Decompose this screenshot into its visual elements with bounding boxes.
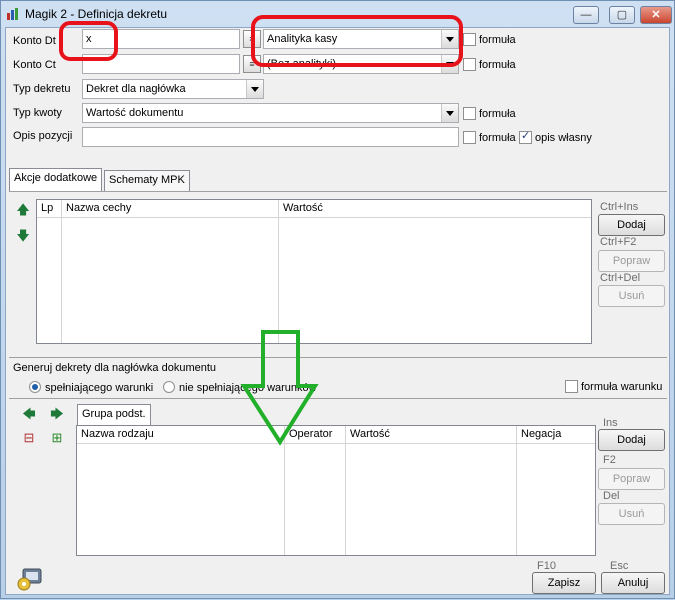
opis-formula-checkbox[interactable]	[463, 131, 476, 144]
arrow-right-icon[interactable]: 🡆	[50, 407, 64, 421]
section-separator	[9, 398, 667, 399]
cancel-button[interactable]: Anuluj	[601, 572, 665, 594]
opis-formula-label: formuła	[479, 132, 516, 144]
konto-dt-label: Konto Dt	[13, 35, 56, 47]
column-header-lp[interactable]: Lp	[37, 200, 61, 218]
column-header-nazwa-cechy[interactable]: Nazwa cechy	[62, 200, 278, 218]
arrow-down-icon[interactable]: 🡇	[16, 229, 30, 243]
konto-ct-analytics-value: (Bez analityki)	[267, 58, 337, 70]
radio-spelniajacego[interactable]	[29, 381, 41, 393]
konto-dt-analytics-value: Analityka kasy	[267, 33, 338, 45]
konto-dt-formula-checkbox[interactable]	[463, 33, 476, 46]
cecha-delete-button[interactable]: Usuń	[598, 285, 665, 307]
warunek-edit-button[interactable]: Popraw	[598, 468, 665, 490]
column-header-wartosc[interactable]: Wartość	[346, 426, 516, 444]
konto-dt-input[interactable]: x	[82, 29, 240, 49]
warunki-grid[interactable]: Nazwa rodzaju Operator Wartość Negacja	[76, 425, 596, 556]
konto-dt-analytics-combo[interactable]: Analityka kasy	[263, 29, 459, 49]
generuj-section-title: Generuj dekrety dla nagłówka dokumentu	[13, 362, 217, 374]
warunek-add-button[interactable]: Dodaj	[598, 429, 665, 451]
del-hotkey: Del	[603, 490, 620, 502]
popraw-hotkey: Ctrl+F2	[600, 236, 637, 248]
anuluj-hotkey: Esc	[610, 560, 629, 572]
remove-group-icon[interactable]: ⊟	[22, 431, 36, 445]
window-title: Magik 2 - Definicja dekretu	[25, 7, 168, 21]
chevron-down-icon[interactable]	[441, 55, 458, 73]
column-separator	[284, 426, 285, 555]
chevron-down-icon[interactable]	[441, 30, 458, 48]
column-separator	[516, 426, 517, 555]
settings-gear-icon[interactable]	[15, 566, 45, 592]
formula-warunku-checkbox[interactable]	[565, 380, 578, 393]
ins-hotkey: Ins	[603, 417, 618, 429]
minimize-button[interactable]: —	[573, 6, 599, 24]
opis-wlasny-checkbox[interactable]	[519, 129, 532, 144]
f2-hotkey: F2	[603, 454, 616, 466]
radio-nie-spelniajacego-label: nie spełniającego warunków	[179, 382, 317, 394]
dialog-window: Magik 2 - Definicja dekretu — ▢ ✕ Konto …	[0, 0, 675, 599]
konto-ct-input[interactable]	[82, 54, 240, 74]
typ-dekretu-value: Dekret dla nagłówka	[86, 83, 186, 95]
column-header-negacja[interactable]: Negacja	[517, 426, 595, 444]
tab-panel-bottom-border	[9, 357, 667, 358]
konto-ct-picker-button[interactable]: ≡	[243, 55, 261, 73]
opis-wlasny-label: opis własny	[535, 132, 592, 144]
column-header-wartosc[interactable]: Wartość	[279, 200, 591, 218]
typ-kwoty-combo[interactable]: Wartość dokumentu	[82, 103, 459, 123]
arrow-up-icon[interactable]: 🡅	[16, 203, 30, 217]
typ-kwoty-label: Typ kwoty	[13, 107, 62, 119]
typ-kwoty-value: Wartość dokumentu	[86, 107, 184, 119]
column-separator	[345, 426, 346, 555]
column-header-operator[interactable]: Operator	[285, 426, 345, 444]
tab-schematy-mpk[interactable]: Schematy MPK	[104, 170, 190, 191]
save-button[interactable]: Zapisz	[532, 572, 596, 594]
arrow-left-icon[interactable]: 🡄	[22, 407, 36, 421]
chevron-down-icon[interactable]	[246, 80, 263, 98]
close-button[interactable]: ✕	[640, 6, 672, 24]
konto-ct-label: Konto Ct	[13, 59, 56, 71]
maximize-button[interactable]: ▢	[609, 6, 635, 24]
typ-dekretu-combo[interactable]: Dekret dla nagłówka	[82, 79, 264, 99]
cecha-add-button[interactable]: Dodaj	[598, 214, 665, 236]
konto-ct-formula-checkbox[interactable]	[463, 58, 476, 71]
opis-pozycji-label: Opis pozycji	[13, 130, 73, 142]
zapisz-hotkey: F10	[537, 560, 556, 572]
opis-pozycji-input[interactable]	[82, 127, 459, 147]
column-separator	[278, 200, 279, 343]
konto-ct-formula-label: formuła	[479, 59, 516, 71]
column-separator	[61, 200, 62, 343]
typ-kwoty-formula-checkbox[interactable]	[463, 107, 476, 120]
tab-grupa-podst[interactable]: Grupa podst.	[77, 404, 151, 427]
konto-dt-formula-label: formuła	[479, 34, 516, 46]
dialog-client: Konto Dt x ≡ Analityka kasy formuła Kont…	[5, 27, 670, 595]
konto-dt-picker-button[interactable]: ≡	[243, 30, 261, 48]
usun-hotkey: Ctrl+Del	[600, 272, 641, 284]
typ-kwoty-formula-label: formuła	[479, 108, 516, 120]
konto-ct-analytics-combo[interactable]: (Bez analityki)	[263, 54, 459, 74]
tab-akcje-dodatkowe[interactable]: Akcje dodatkowe	[9, 168, 103, 191]
app-icon	[7, 8, 18, 20]
typ-dekretu-label: Typ dekretu	[13, 83, 71, 95]
cechy-grid[interactable]: Lp Nazwa cechy Wartość	[36, 199, 592, 344]
add-group-icon[interactable]: ⊞	[50, 431, 64, 445]
chevron-down-icon[interactable]	[441, 104, 458, 122]
column-header-nazwa-rodzaju[interactable]: Nazwa rodzaju	[77, 426, 284, 444]
radio-spelniajacego-label: spełniającego warunki	[45, 382, 154, 394]
cecha-edit-button[interactable]: Popraw	[598, 250, 665, 272]
radio-nie-spelniajacego[interactable]	[163, 381, 175, 393]
warunek-delete-button[interactable]: Usuń	[598, 503, 665, 525]
dodaj-hotkey: Ctrl+Ins	[600, 201, 639, 213]
tab-panel-top-border	[9, 191, 667, 192]
title-bar[interactable]: Magik 2 - Definicja dekretu — ▢ ✕	[1, 1, 674, 27]
formula-warunku-label: formuła warunku	[581, 381, 663, 393]
